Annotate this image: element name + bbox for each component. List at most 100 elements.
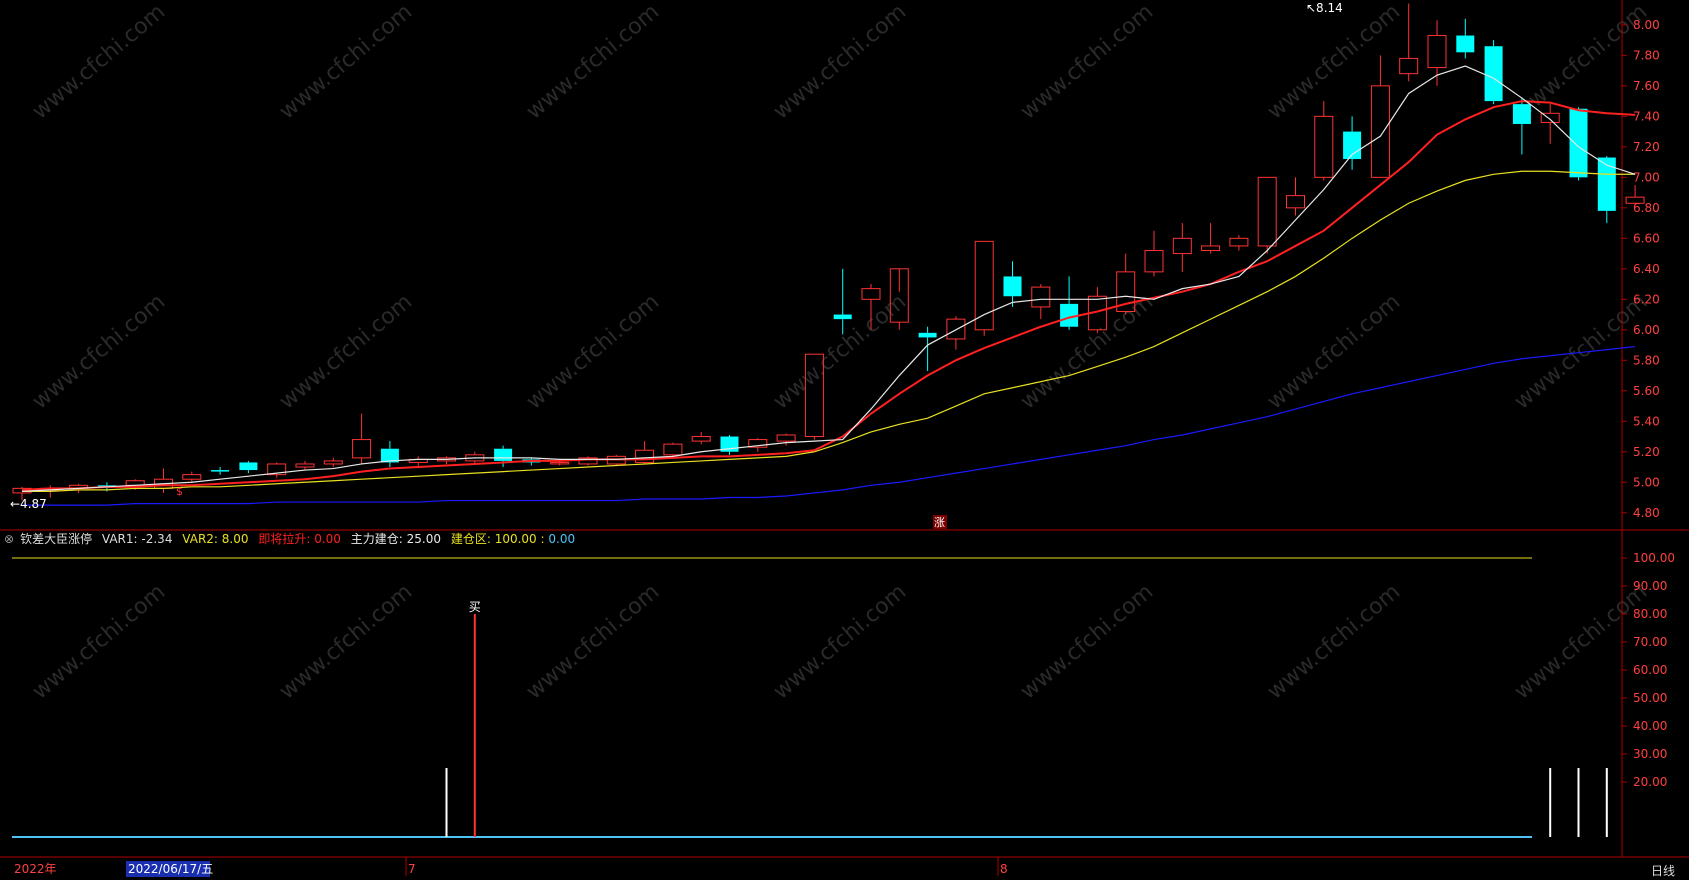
main-y-tick-label: 5.20 xyxy=(1633,445,1660,459)
watermark-text: www.cfchi.com xyxy=(1016,0,1158,125)
candle xyxy=(239,460,258,474)
candle xyxy=(494,445,513,468)
ind-y-tick-label: 60.00 xyxy=(1633,663,1667,677)
candle xyxy=(1031,284,1051,320)
candle xyxy=(833,268,852,335)
candle-body xyxy=(1031,286,1051,308)
watermark-text: www.cfchi.com xyxy=(28,0,170,125)
main-label: 主力建仓: 25.00 xyxy=(351,532,441,546)
x-month8-label: 8 xyxy=(1000,862,1008,876)
candle xyxy=(267,462,287,478)
candle xyxy=(720,434,739,455)
candle xyxy=(182,471,202,483)
x-month7-label: 7 xyxy=(408,862,416,876)
candle xyxy=(1597,155,1616,224)
candle xyxy=(1257,176,1277,254)
main-y-tick-label: 7.80 xyxy=(1633,48,1660,62)
high-price-marker: ↖8.14 xyxy=(1306,1,1343,15)
candle-body xyxy=(776,434,796,442)
candle xyxy=(1060,276,1079,330)
candle xyxy=(578,456,598,466)
candle-body xyxy=(1484,46,1503,102)
candle-body xyxy=(691,436,711,442)
candle xyxy=(323,457,343,468)
candle-body xyxy=(1427,35,1447,69)
candle xyxy=(918,326,937,371)
indicator-legend: ⊗ 钦差大臣涨停 VAR1: -2.34 VAR2: 8.00 即将拉升: 0.0… xyxy=(0,531,581,547)
zone-key: 建仓区: xyxy=(450,532,491,546)
watermark-text: www.cfchi.com xyxy=(1016,579,1158,704)
main-y-tick-label: 7.00 xyxy=(1633,170,1660,184)
candle-body xyxy=(918,332,937,338)
var1-label: VAR1: -2.34 xyxy=(102,532,173,546)
zone-value1: 100.00 xyxy=(494,532,537,546)
candle-body xyxy=(1569,108,1588,178)
var1-value: -2.34 xyxy=(141,532,173,546)
indicator-bars: 买 xyxy=(445,600,1608,837)
watermark-text: www.cfchi.com xyxy=(522,0,664,125)
watermark-text: www.cfchi.com xyxy=(1510,579,1652,704)
main-key: 主力建仓: xyxy=(350,532,403,546)
candle xyxy=(1512,98,1531,155)
candle-body xyxy=(352,439,372,459)
candle-body xyxy=(1512,104,1531,124)
main-y-tick-label: 7.20 xyxy=(1633,140,1660,154)
watermark-text: www.cfchi.com xyxy=(275,579,417,704)
candle xyxy=(437,456,456,464)
candle xyxy=(1484,40,1503,105)
candle xyxy=(1286,177,1305,216)
candle-body xyxy=(1144,250,1164,273)
x-cursor-date: 2022/06/17/五 xyxy=(128,862,213,876)
main-y-tick-label: 8.00 xyxy=(1633,18,1660,32)
candle xyxy=(380,441,399,468)
watermark-text: www.cfchi.com xyxy=(522,289,664,414)
watermark-text: www.cfchi.com xyxy=(769,579,911,704)
candle-body xyxy=(974,240,994,331)
main-value: 25.00 xyxy=(406,532,441,546)
indicator-name[interactable]: 钦差大臣涨停 xyxy=(20,532,92,546)
candle xyxy=(1540,104,1560,144)
candle-body xyxy=(323,460,343,465)
timeframe-label[interactable]: 日线 xyxy=(1651,862,1675,879)
candle-body xyxy=(211,470,230,472)
watermark-text: www.cfchi.com xyxy=(275,0,417,125)
var1-key: VAR1: xyxy=(101,532,138,546)
ind-y-tick-label: 80.00 xyxy=(1633,607,1667,621)
candle xyxy=(691,431,711,445)
candle-body xyxy=(1286,195,1305,209)
watermark-text: www.cfchi.com xyxy=(769,0,911,125)
candle-body xyxy=(663,443,683,456)
candle xyxy=(1456,18,1475,59)
ind-y-tick-label: 30.00 xyxy=(1633,747,1667,761)
candle xyxy=(1370,55,1390,178)
ind-y-tick-label: 40.00 xyxy=(1633,719,1667,733)
candle-body xyxy=(1456,35,1475,53)
watermark-text: www.cfchi.com xyxy=(1263,289,1405,414)
main-y-ticks: 4.80 5.00 5.20 5.40 5.60 5.80 6.00 6.20 6.40 6.60… xyxy=(1622,18,1660,520)
zone-label: 建仓区: 100.00 : 0.00 xyxy=(450,532,576,546)
ind-y-tick-label: 50.00 xyxy=(1633,691,1667,705)
candle xyxy=(635,441,655,464)
main-y-tick-label: 7.40 xyxy=(1633,109,1660,123)
candle xyxy=(1229,235,1249,251)
ind-y-tick-label: 20.00 xyxy=(1633,775,1667,789)
pull-label: 即将拉升: 0.00 xyxy=(258,532,341,546)
candle xyxy=(1201,223,1221,254)
buy-marker: 买 xyxy=(469,600,481,614)
candle-body xyxy=(1172,237,1192,255)
candle-body xyxy=(239,462,258,471)
candle xyxy=(1003,261,1022,307)
candle-body xyxy=(182,474,202,480)
candle xyxy=(1399,3,1419,82)
candle xyxy=(1172,223,1192,272)
watermark-text: www.cfchi.com xyxy=(1263,579,1405,704)
indicator-toggle-icon[interactable]: ⊗ xyxy=(4,532,14,546)
sell-marker: $ xyxy=(176,485,183,498)
low-price-marker: ←4.87 xyxy=(10,497,47,511)
watermark-text: www.cfchi.com xyxy=(28,289,170,414)
stock-chart[interactable]: www.cfchi.com www.cfchi.com www.cfchi.com w… xyxy=(0,0,1689,880)
candle xyxy=(154,468,173,493)
candle-body xyxy=(1314,115,1334,178)
candle-body xyxy=(946,318,966,340)
candle-body xyxy=(833,314,852,320)
